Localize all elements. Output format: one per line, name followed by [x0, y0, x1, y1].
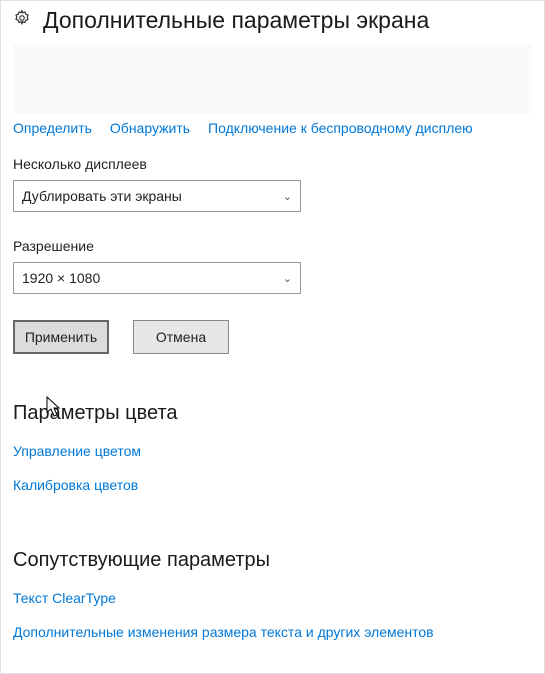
display-actions-row: Определить Обнаружить Подключение к бесп… [13, 120, 532, 136]
detect-link[interactable]: Обнаружить [110, 120, 190, 136]
apply-button[interactable]: Применить [13, 320, 109, 354]
gear-icon [13, 9, 31, 32]
resolution-label: Разрешение [13, 238, 532, 254]
cleartype-link[interactable]: Текст ClearType [13, 590, 532, 606]
cancel-button-label: Отмена [156, 329, 206, 345]
cancel-button[interactable]: Отмена [133, 320, 229, 354]
page-title: Дополнительные параметры экрана [43, 7, 429, 34]
color-section-heading: Параметры цвета [13, 402, 532, 425]
advanced-sizing-link[interactable]: Дополнительные изменения размера текста … [13, 624, 532, 640]
chevron-down-icon: ⌄ [283, 190, 292, 203]
related-section-heading: Сопутствующие параметры [13, 549, 532, 572]
action-button-row: Применить Отмена [13, 320, 532, 354]
multiple-displays-value: Дублировать эти экраны [22, 188, 182, 204]
color-calibration-link[interactable]: Калибровка цветов [13, 477, 532, 493]
display-preview-area [13, 44, 532, 114]
apply-button-label: Применить [25, 329, 97, 345]
chevron-down-icon: ⌄ [283, 272, 292, 285]
identify-link[interactable]: Определить [13, 120, 92, 136]
resolution-value: 1920 × 1080 [22, 270, 100, 286]
multiple-displays-select[interactable]: Дублировать эти экраны ⌄ [13, 180, 301, 212]
color-management-link[interactable]: Управление цветом [13, 443, 532, 459]
resolution-select[interactable]: 1920 × 1080 ⌄ [13, 262, 301, 294]
page-header: Дополнительные параметры экрана [13, 7, 532, 34]
multiple-displays-label: Несколько дисплеев [13, 156, 532, 172]
wireless-display-link[interactable]: Подключение к беспроводному дисплею [208, 120, 473, 136]
